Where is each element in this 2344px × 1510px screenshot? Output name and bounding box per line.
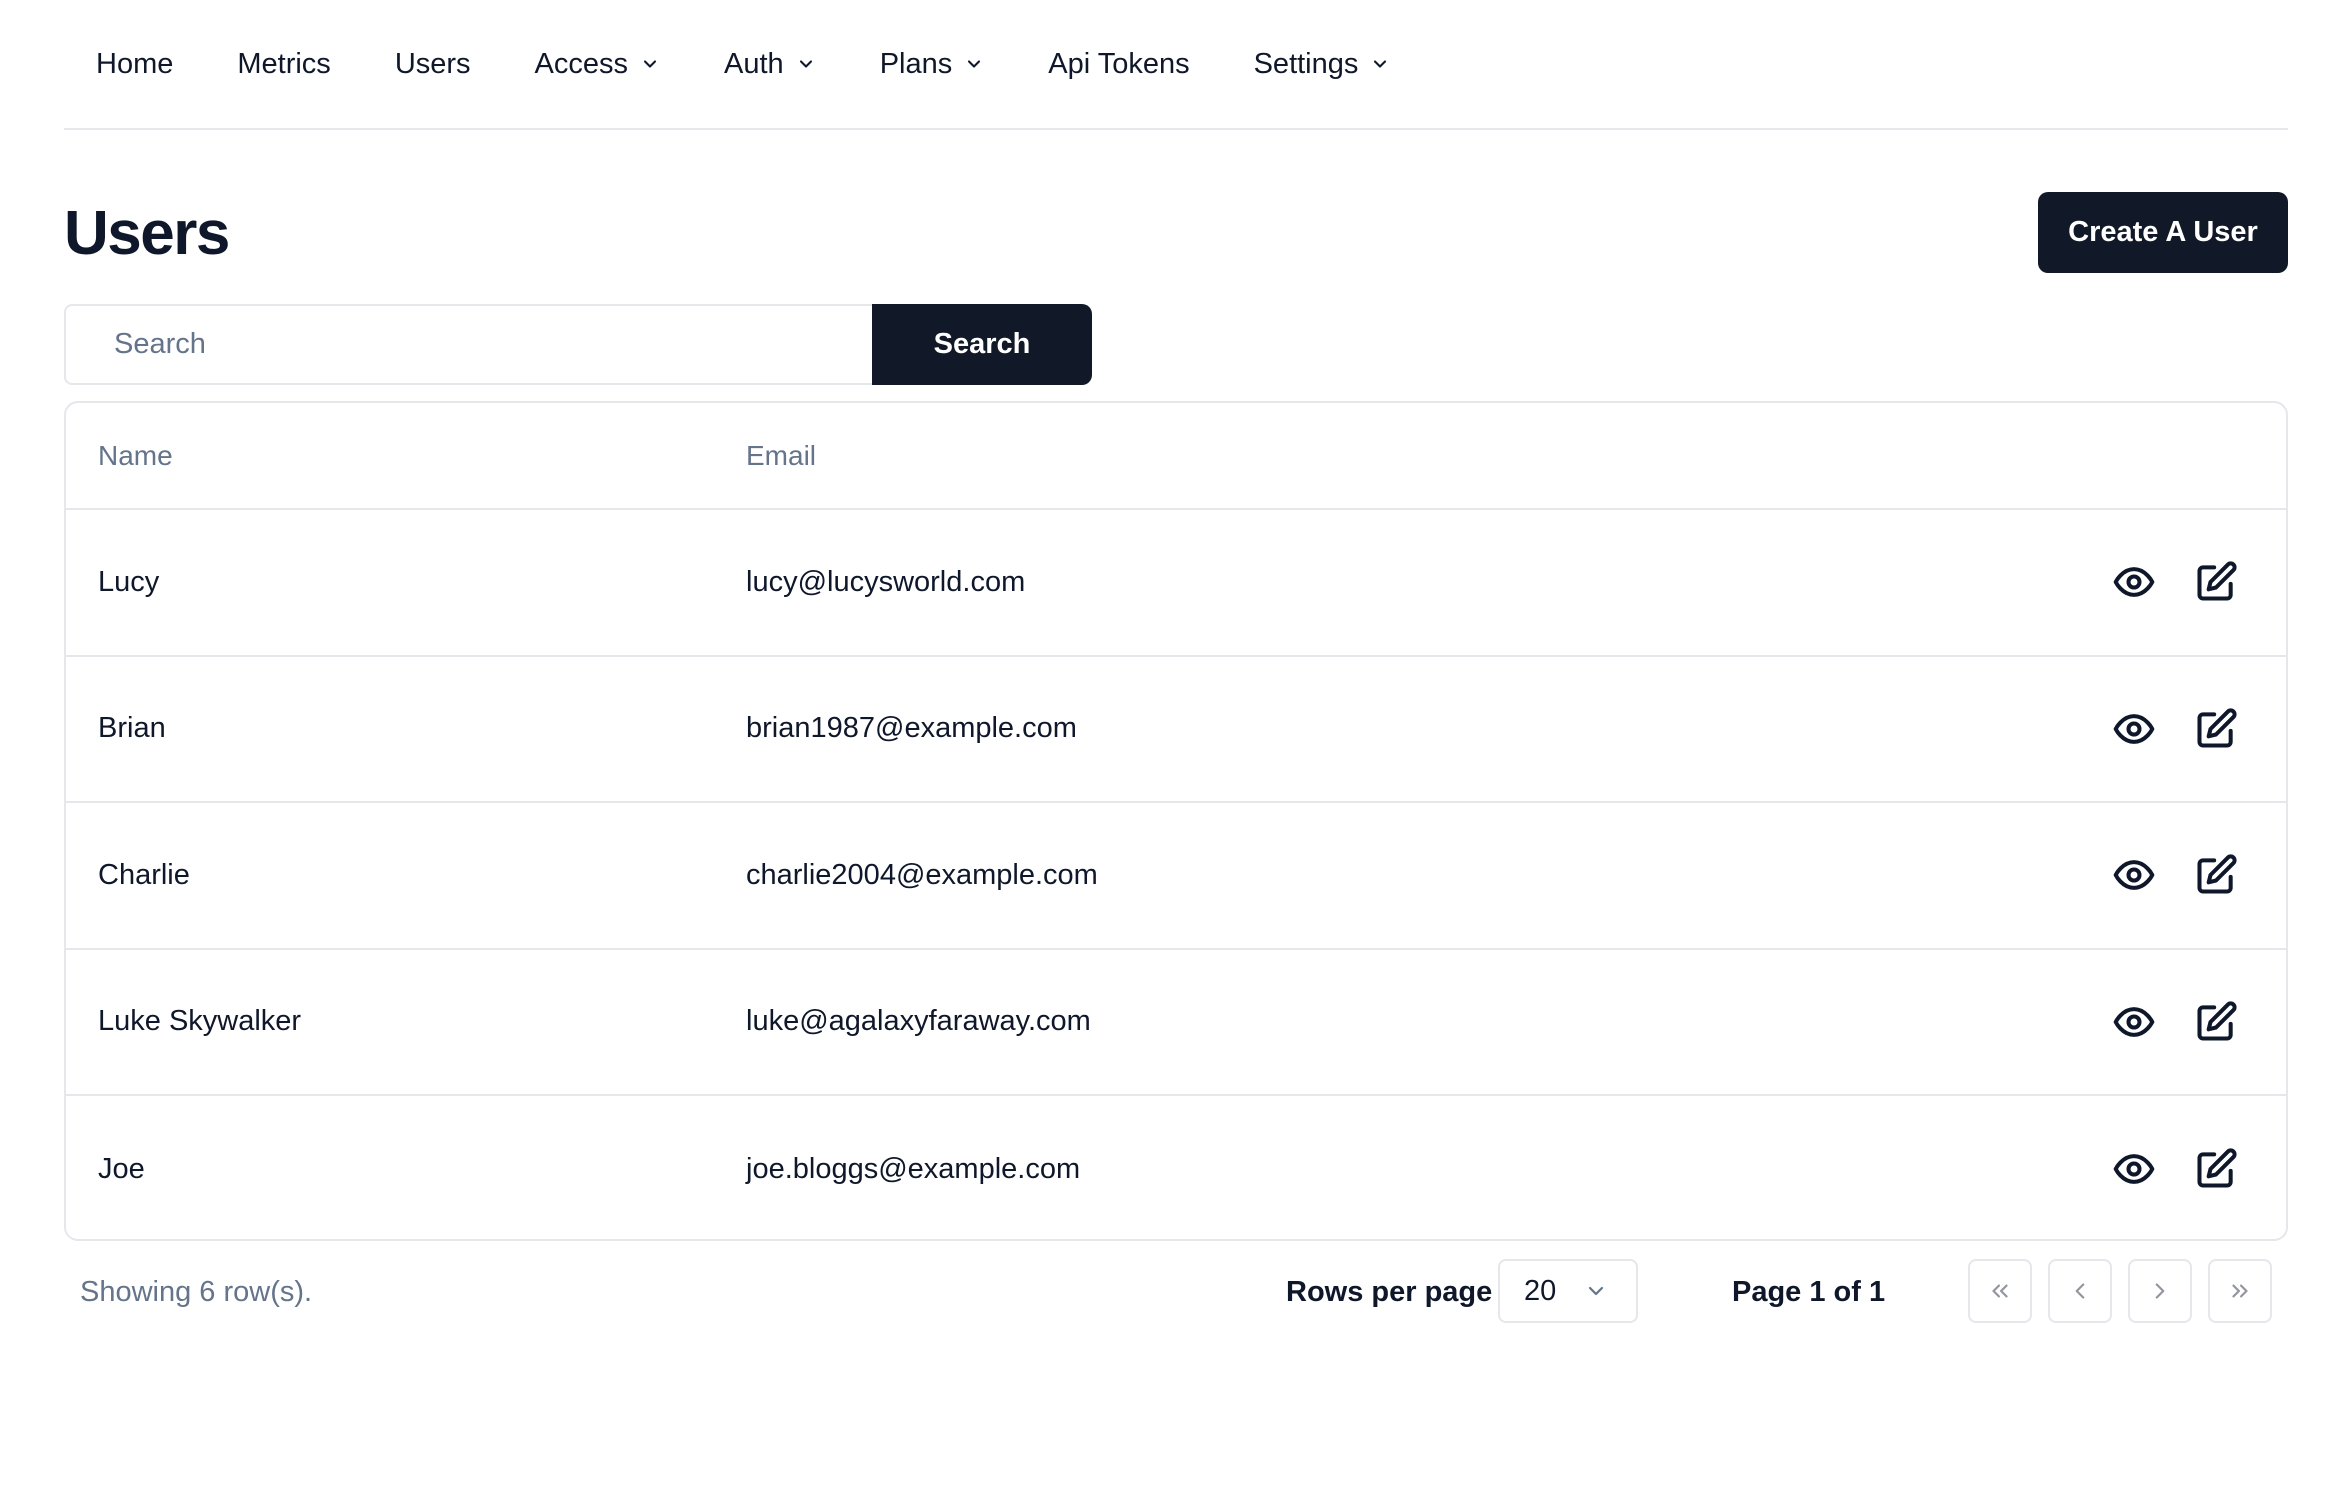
- user-email: luke@agalaxyfaraway.com: [746, 1005, 1091, 1038]
- chevron-down-icon: [643, 60, 657, 68]
- row-actions: [2112, 707, 2238, 751]
- page-title: Users: [64, 199, 230, 268]
- nav-users-label: Users: [394, 47, 471, 80]
- nav-users[interactable]: Users: [363, 34, 503, 94]
- nav-auth[interactable]: Auth: [692, 34, 848, 94]
- search-input[interactable]: [64, 304, 872, 385]
- nav-plans[interactable]: Plans: [848, 34, 1017, 94]
- row-actions: [2112, 1147, 2238, 1191]
- nav-settings[interactable]: Settings: [1222, 34, 1423, 94]
- chevron-down-icon: [1374, 60, 1387, 68]
- user-email: joe.bloggs@example.com: [746, 1152, 1081, 1185]
- previous-page-button[interactable]: [2048, 1259, 2112, 1323]
- chevron-down-icon: [799, 60, 812, 68]
- next-page-button[interactable]: [2128, 1259, 2192, 1323]
- rows-per-page-value: 20: [1524, 1274, 1557, 1307]
- table-row: Lucy lucy@lucysworld.com: [66, 510, 2286, 657]
- table-row: Luke Skywalker luke@agalaxyfaraway.com: [66, 950, 2286, 1096]
- user-name: Lucy: [98, 565, 160, 598]
- table-row: Joe joe.bloggs@example.com: [66, 1096, 2286, 1239]
- row-count: Showing 6 row(s).: [80, 1276, 313, 1308]
- rows-per-page-label: Rows per page: [1286, 1276, 1493, 1308]
- user-name: Charlie: [98, 858, 190, 891]
- eye-icon[interactable]: [2112, 1000, 2156, 1044]
- top-nav: Home Metrics Users Access Auth Plans Api…: [64, 0, 2288, 130]
- chevron-left-icon: [2075, 1283, 2085, 1299]
- nav-metrics-label: Metrics: [237, 47, 331, 80]
- nav-auth-label: Auth: [724, 47, 784, 80]
- column-header-email: Email: [746, 439, 817, 471]
- row-actions: [2112, 560, 2238, 604]
- column-header-name: Name: [98, 439, 173, 471]
- table-row: Brian brian1987@example.com: [66, 657, 2286, 803]
- user-name: Luke Skywalker: [98, 1005, 302, 1038]
- edit-icon[interactable]: [2194, 560, 2238, 604]
- search-button[interactable]: Search: [872, 304, 1092, 385]
- chevron-right-icon: [2155, 1283, 2165, 1299]
- nav-metrics[interactable]: Metrics: [205, 34, 362, 94]
- edit-icon[interactable]: [2194, 1000, 2238, 1044]
- chevrons-left-icon: [1992, 1284, 2008, 1298]
- nav-plans-label: Plans: [879, 47, 953, 80]
- edit-icon[interactable]: [2194, 1147, 2238, 1191]
- table-row: Charlie charlie2004@example.com: [66, 803, 2286, 950]
- search-bar: Search: [64, 304, 1092, 385]
- pagination: [1968, 1259, 2272, 1323]
- eye-icon[interactable]: [2112, 853, 2156, 897]
- row-actions: [2112, 853, 2238, 897]
- edit-icon[interactable]: [2194, 707, 2238, 751]
- table-header: Name Email: [66, 403, 2286, 510]
- last-page-button[interactable]: [2208, 1259, 2272, 1323]
- user-name: Brian: [98, 712, 166, 745]
- create-user-button[interactable]: Create A User: [2038, 192, 2288, 273]
- chevron-down-icon: [1588, 1286, 1604, 1296]
- nav-api-tokens-label: Api Tokens: [1048, 47, 1190, 80]
- users-page: Home Metrics Users Access Auth Plans Api…: [0, 0, 2344, 1510]
- nav-settings-label: Settings: [1253, 47, 1359, 80]
- row-actions: [2112, 1000, 2238, 1044]
- page-info: Page 1 of 1: [1732, 1276, 1886, 1308]
- chevron-down-icon: [968, 60, 981, 68]
- nav-api-tokens[interactable]: Api Tokens: [1016, 34, 1221, 94]
- eye-icon[interactable]: [2112, 707, 2156, 751]
- users-table: Name Email Lucy lucy@lucysworld.com Bria…: [64, 401, 2288, 1241]
- rows-per-page-select[interactable]: 20: [1498, 1259, 1638, 1323]
- eye-icon[interactable]: [2112, 1147, 2156, 1191]
- user-email: lucy@lucysworld.com: [746, 565, 1026, 598]
- nav-access[interactable]: Access: [503, 34, 692, 94]
- user-email: brian1987@example.com: [746, 712, 1077, 745]
- nav-home[interactable]: Home: [64, 34, 205, 94]
- user-email: charlie2004@example.com: [746, 858, 1098, 891]
- user-name: Joe: [98, 1152, 145, 1185]
- eye-icon[interactable]: [2112, 560, 2156, 604]
- chevrons-right-icon: [2232, 1284, 2248, 1298]
- first-page-button[interactable]: [1968, 1259, 2032, 1323]
- nav-home-label: Home: [96, 47, 174, 80]
- edit-icon[interactable]: [2194, 853, 2238, 897]
- nav-access-label: Access: [534, 47, 629, 80]
